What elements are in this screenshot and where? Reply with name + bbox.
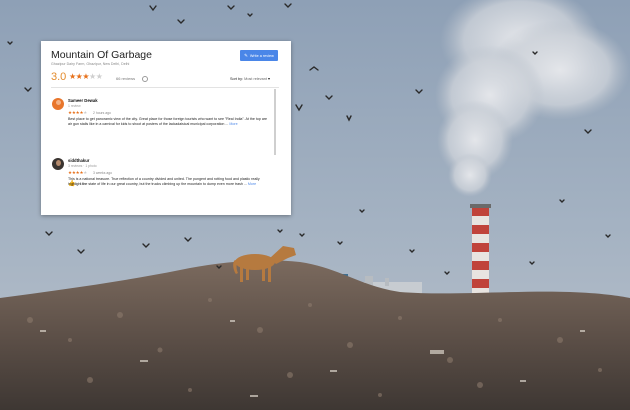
review-time: 2 hours ago — [93, 111, 111, 115]
avatar[interactable] — [52, 158, 64, 170]
review-text: This is a national treasure. True reflec… — [68, 177, 268, 187]
star-icon: ★ — [82, 72, 90, 81]
star-icon: ★ — [89, 72, 96, 81]
star-icon: ★★★★ — [68, 170, 84, 175]
more-link[interactable]: More — [229, 122, 237, 126]
review-text: Best place to get panoramic view of the … — [68, 117, 268, 127]
info-icon[interactable] — [142, 76, 148, 82]
review-body: This is a national treasure. True reflec… — [68, 177, 260, 186]
pencil-icon: ✎ — [244, 52, 248, 58]
sort-label: Sort by: — [230, 77, 244, 81]
place-title: Mountain Of Garbage — [51, 49, 152, 61]
reviews-count-link[interactable]: 66 reviews — [116, 76, 135, 81]
review-stars: ★★★★★ — [68, 170, 87, 176]
star-icon: ★ — [69, 72, 76, 81]
review-card: Mountain Of Garbage Ghazipur Dairy Farm,… — [41, 41, 291, 215]
reviewer-name[interactable]: siddthakur — [68, 158, 89, 163]
reviewer-meta: 1 review — [68, 104, 81, 108]
star-icon: ★ — [83, 110, 88, 115]
reviewer-meta: 3 reviews · 1 photo — [68, 164, 97, 168]
star-icon: ★★★★ — [68, 110, 84, 115]
smokestack — [470, 204, 491, 299]
reviewer-name[interactable]: Sameer Dewak — [68, 98, 98, 103]
place-address: Ghazipur Dairy Farm, Ghazipur, New Delhi… — [51, 62, 130, 66]
star-icon: ★ — [83, 170, 88, 175]
review-time: 3 weeks ago — [93, 171, 113, 175]
rating-stars: ★★★★★ — [69, 72, 103, 81]
write-review-button[interactable]: ✎ Write a review — [240, 50, 278, 61]
write-review-label: Write a review — [249, 53, 274, 58]
scrollbar[interactable] — [274, 89, 276, 155]
divider — [51, 87, 279, 88]
sort-value: Most relevant — [244, 77, 267, 81]
avatar[interactable] — [52, 98, 64, 110]
rating-value: 3.0 — [51, 71, 67, 83]
star-icon: ★ — [95, 72, 103, 81]
more-link[interactable]: More — [248, 182, 256, 186]
review-stars: ★★★★★ — [68, 110, 87, 116]
sort-dropdown[interactable]: Sort by: Most relevant ▾ — [230, 76, 270, 81]
chevron-down-icon: ▾ — [268, 77, 270, 81]
